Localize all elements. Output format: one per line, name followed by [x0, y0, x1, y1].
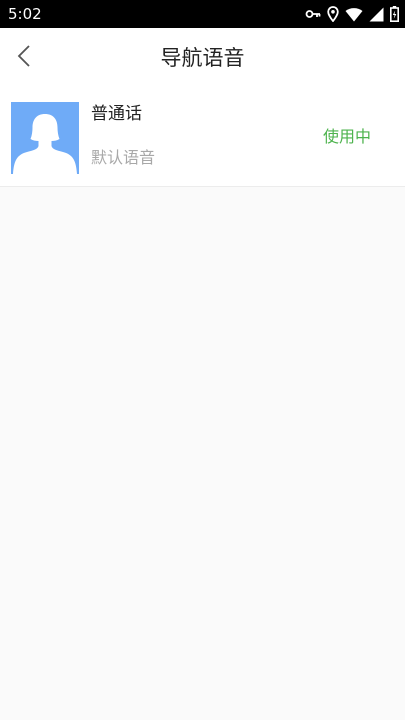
status-icons	[305, 5, 399, 23]
page-title: 导航语音	[160, 46, 245, 70]
location-icon	[327, 6, 339, 22]
wifi-icon	[345, 7, 363, 22]
status-bar: 5:02	[0, 0, 405, 28]
battery-icon	[390, 6, 399, 22]
status-time: 5:02	[8, 5, 42, 23]
avatar	[11, 102, 79, 174]
voice-list-item[interactable]: 普通话 默认语音 使用中	[0, 88, 405, 187]
voice-description: 默认语音	[91, 148, 156, 167]
voice-status-badge: 使用中	[322, 127, 371, 146]
signal-icon	[369, 7, 384, 22]
screen: 5:02 导航语音 普通话 默认语音 使用中	[0, 0, 405, 720]
app-bar: 导航语音	[0, 28, 405, 88]
person-silhouette-icon	[13, 114, 77, 174]
voice-name: 普通话	[91, 104, 142, 124]
key-icon	[305, 8, 321, 20]
